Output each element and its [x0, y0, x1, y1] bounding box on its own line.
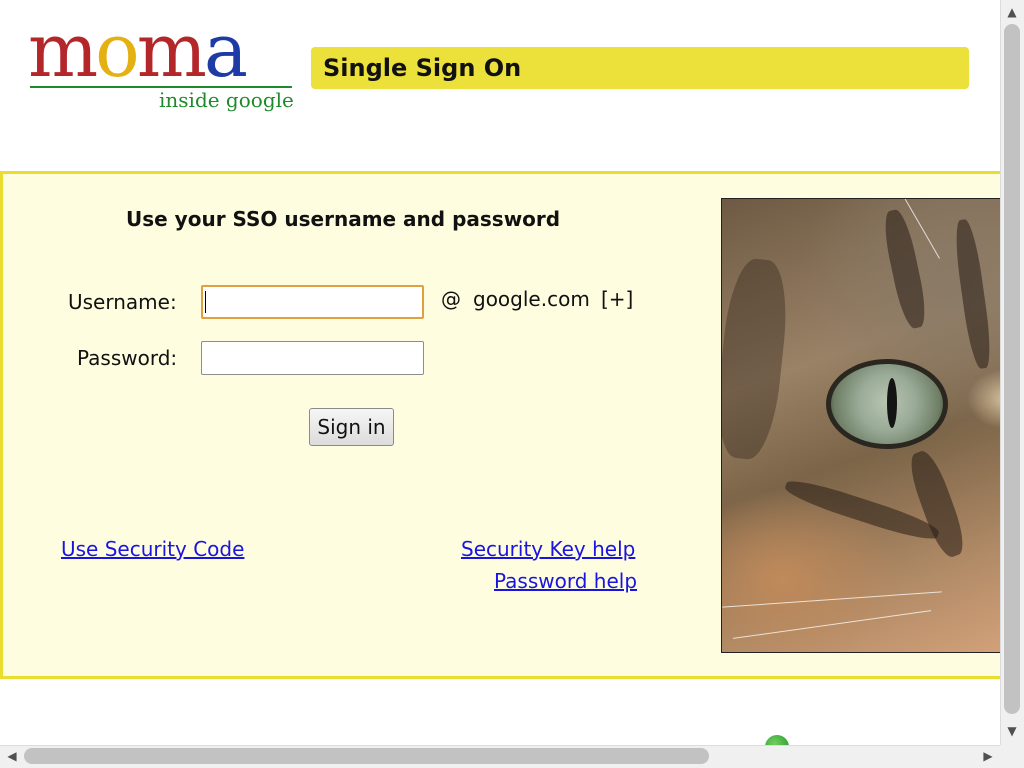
logo-letter-m1: m — [28, 8, 98, 94]
use-security-code-link[interactable]: Use Security Code — [61, 537, 244, 561]
scroll-up-icon[interactable]: ▲ — [1004, 4, 1020, 20]
password-label: Password: — [77, 346, 178, 370]
horizontal-scroll-thumb[interactable] — [24, 748, 709, 764]
sign-in-button[interactable]: Sign in — [309, 408, 394, 446]
whisker — [732, 610, 932, 639]
domain-expand-toggle[interactable]: [+] — [601, 287, 633, 311]
fur-shadow — [722, 256, 793, 462]
password-input[interactable] — [201, 341, 424, 375]
logo-letter-m2: m — [136, 8, 207, 94]
cat-pupil — [887, 378, 897, 428]
security-key-help-link[interactable]: Security Key help — [461, 537, 635, 561]
logo-letter-a: a — [203, 8, 248, 94]
fur-stripe — [879, 207, 931, 331]
partial-logo-icon — [765, 735, 789, 745]
username-label: Username: — [68, 290, 177, 314]
page-title-bar: Single Sign On — [311, 47, 969, 89]
scrollbar-corner — [1000, 745, 1024, 768]
vertical-scroll-thumb[interactable] — [1004, 24, 1020, 714]
username-input[interactable] — [201, 285, 424, 319]
form-heading: Use your SSO username and password — [126, 207, 561, 231]
logo-letter-o: o — [95, 8, 140, 94]
logo-subtitle: inside google — [159, 88, 294, 112]
domain-label: google.com — [473, 287, 590, 311]
scroll-right-icon[interactable]: ▶ — [980, 748, 996, 764]
fur-stripe — [951, 218, 995, 370]
scroll-left-icon[interactable]: ◀ — [4, 748, 20, 764]
password-help-link[interactable]: Password help — [494, 569, 637, 593]
whisker — [722, 591, 942, 608]
cat-eye — [826, 359, 948, 449]
text-caret — [205, 291, 206, 313]
at-sign: @ — [441, 287, 461, 311]
fur-stripe — [904, 447, 970, 561]
cat-photo — [721, 198, 1000, 653]
moma-logo[interactable]: moma inside google — [28, 14, 298, 120]
page-title: Single Sign On — [323, 54, 522, 82]
page-viewport: moma inside google Single Sign On Use yo… — [0, 0, 1000, 745]
logo-wordmark: moma — [28, 8, 248, 94]
scroll-down-icon[interactable]: ▼ — [1004, 723, 1020, 739]
